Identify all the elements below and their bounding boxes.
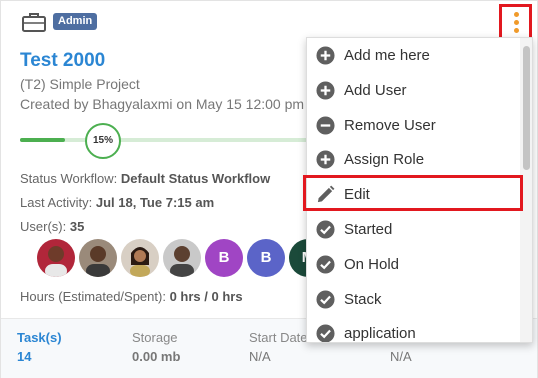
menu-item-add-me-here[interactable]: Add me here	[307, 38, 522, 72]
storage-label: Storage	[132, 330, 178, 345]
hours-value: 0 hrs / 0 hrs	[169, 289, 243, 304]
users-label: User(s):	[20, 219, 67, 234]
minus-circle-icon	[316, 116, 335, 135]
check-circle-icon	[316, 290, 335, 309]
menu-item-label: Stack	[344, 290, 382, 308]
tasks-value: 14	[17, 349, 32, 364]
menu-item-stack[interactable]: Stack	[307, 282, 522, 316]
end-date-value: N/A	[390, 349, 412, 364]
status-workflow-label: Status Workflow:	[20, 171, 118, 186]
check-circle-icon	[316, 255, 335, 274]
last-activity: Last Activity: Jul 18, Tue 7:15 am	[20, 195, 214, 210]
menu-item-label: Started	[344, 221, 393, 238]
start-date-stat: Start Date N/A	[249, 330, 308, 364]
kebab-icon	[514, 12, 519, 17]
scroll-thumb[interactable]	[523, 46, 530, 170]
avatar[interactable]	[79, 239, 117, 277]
tasks-label: Task(s)	[17, 330, 62, 345]
edit-highlight	[303, 175, 523, 211]
menu-item-label: Add me here	[344, 47, 430, 64]
menu-item-application[interactable]: application	[307, 316, 522, 343]
avatar[interactable]	[37, 239, 75, 277]
avatar[interactable]: B	[247, 239, 285, 277]
project-title[interactable]: Test 2000	[20, 50, 105, 72]
menu-item-label: Remove User	[344, 116, 436, 134]
menu-item-label: Assign Role	[344, 151, 425, 169]
status-workflow: Status Workflow: Default Status Workflow	[20, 171, 270, 186]
menu-item-remove-user[interactable]: Remove User	[307, 108, 522, 142]
hours-label: Hours (Estimated/Spent):	[20, 289, 166, 304]
start-date-label: Start Date	[249, 330, 308, 345]
avatar[interactable]: B	[205, 239, 243, 277]
avatar-initial: B	[218, 249, 230, 266]
last-activity-label: Last Activity:	[20, 195, 93, 210]
users-count: User(s): 35	[20, 219, 84, 234]
menu-item-label: On Hold	[344, 255, 400, 273]
menu-item-add-user[interactable]: Add User	[307, 73, 522, 107]
created-by: Created by Bhagyalaxmi on May 15 12:00 p…	[20, 96, 305, 112]
avatar[interactable]	[163, 239, 201, 277]
plus-circle-icon	[316, 150, 335, 169]
hours: Hours (Estimated/Spent): 0 hrs / 0 hrs	[20, 289, 243, 304]
storage-stat: Storage 0.00 mb	[132, 330, 180, 364]
menu-item-assign-role[interactable]: Assign Role	[307, 142, 522, 176]
last-activity-value: Jul 18, Tue 7:15 am	[95, 195, 215, 210]
role-badge: Admin	[53, 13, 98, 30]
menu-item-started[interactable]: Started	[307, 212, 522, 246]
kebab-dot	[514, 20, 519, 25]
avatar[interactable]	[121, 239, 159, 277]
project-type: (T2) Simple Project	[20, 76, 140, 92]
menu-item-on-hold[interactable]: On Hold	[307, 247, 522, 281]
avatar-initial: B	[260, 249, 272, 266]
check-circle-icon	[316, 220, 335, 239]
status-workflow-value: Default Status Workflow	[120, 171, 271, 186]
tasks-stat[interactable]: Task(s) 14	[17, 330, 62, 364]
briefcase-icon	[22, 13, 46, 32]
storage-value: 0.00 mb	[132, 349, 181, 364]
more-options-button[interactable]	[499, 4, 532, 40]
progress-fill	[20, 138, 65, 142]
plus-circle-icon	[316, 46, 335, 65]
users-value: 35	[69, 219, 85, 234]
menu-item-label: Add User	[344, 81, 407, 99]
progress-bar	[20, 138, 320, 142]
kebab-dot	[514, 28, 519, 33]
menu-item-label: application	[344, 325, 416, 343]
start-date-value: N/A	[249, 349, 271, 364]
plus-circle-icon	[316, 81, 335, 100]
progress-percent: 15%	[85, 123, 121, 159]
check-circle-icon	[316, 324, 335, 342]
